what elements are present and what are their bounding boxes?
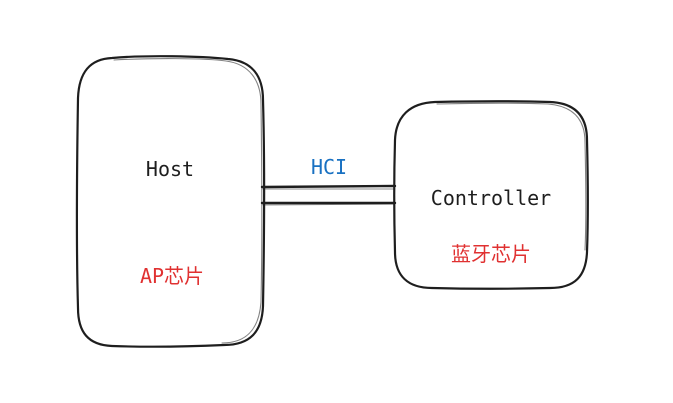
controller-node[interactable]: Controller 蓝牙芯片 xyxy=(393,100,589,290)
hci-link-label: HCI xyxy=(311,155,347,179)
host-subtitle: AP芯片 xyxy=(140,264,204,288)
hci-link-line-top xyxy=(260,184,397,189)
controller-subtitle: 蓝牙芯片 xyxy=(451,242,531,266)
host-node[interactable]: Host AP芯片 xyxy=(75,55,266,348)
hci-link: HCI xyxy=(260,155,397,206)
host-node-box xyxy=(75,55,266,348)
controller-title: Controller xyxy=(431,186,551,210)
architecture-diagram: Host AP芯片 Controller 蓝牙芯片 HCI xyxy=(75,55,589,348)
host-title: Host xyxy=(146,157,194,181)
